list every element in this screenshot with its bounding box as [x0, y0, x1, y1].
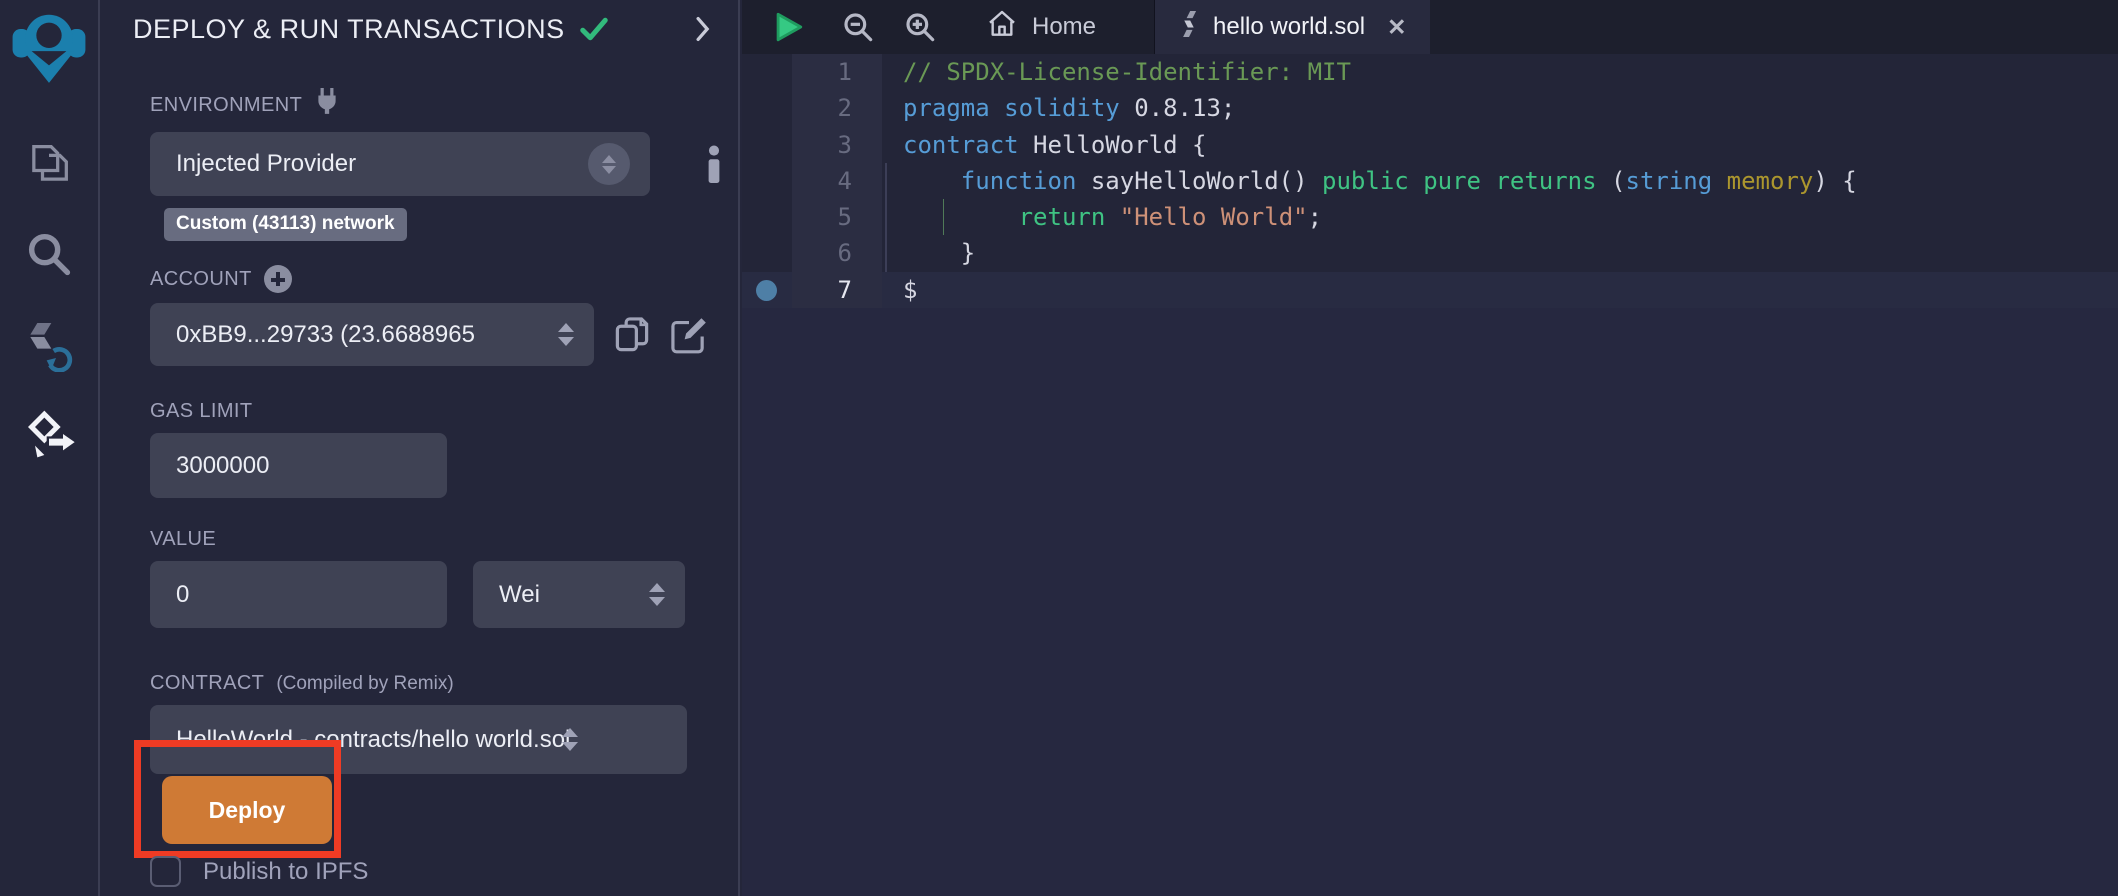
deploy-highlight-box: Deploy: [134, 740, 341, 858]
editor-region: Home hello world.sol ✕ 1// SPDX-License-…: [742, 0, 2118, 896]
indent-guide: [943, 199, 945, 235]
tab-hello-world-sol[interactable]: hello world.sol ✕: [1154, 0, 1430, 54]
gutter-glyph-margin[interactable]: [742, 127, 792, 163]
remix-logo-icon[interactable]: [7, 6, 91, 90]
line-number: 1: [792, 54, 882, 90]
code-line-content: // SPDX-License-Identifier: MIT: [882, 54, 2118, 90]
gas-limit-label: GAS LIMIT: [150, 400, 738, 423]
network-badge: Custom (43113) network: [164, 208, 407, 241]
gas-limit-input[interactable]: 3000000: [150, 433, 447, 498]
deploy-button[interactable]: Deploy: [162, 776, 332, 844]
zoom-out-icon[interactable]: [836, 11, 880, 43]
line-number: 3: [792, 127, 882, 163]
edit-icon[interactable]: [670, 316, 708, 354]
value-label: VALUE: [150, 528, 738, 551]
code-line-content: function sayHelloWorld() public pure ret…: [882, 163, 2118, 199]
indent-guide: [885, 199, 887, 235]
code-line-content: }: [882, 235, 2118, 271]
line-number: 2: [792, 90, 882, 126]
indent-guide: [885, 235, 887, 271]
contract-label: CONTRACT (Compiled by Remix): [150, 672, 738, 695]
code-line-content: contract HelloWorld {: [882, 127, 2118, 163]
home-icon: [986, 8, 1018, 47]
gutter-glyph-margin[interactable]: [742, 163, 792, 199]
line-number: 4: [792, 163, 882, 199]
deploy-and-run-icon[interactable]: [21, 406, 77, 462]
spinner-icon: [649, 583, 665, 606]
run-script-icon[interactable]: [766, 10, 810, 44]
search-icon[interactable]: [21, 226, 77, 282]
contract-sublabel: (Compiled by Remix): [276, 673, 453, 695]
value-unit-select[interactable]: Wei: [473, 561, 685, 628]
code-line[interactable]: 6 }: [742, 235, 2118, 271]
environment-select[interactable]: Injected Provider: [150, 132, 650, 196]
account-label: ACCOUNT: [150, 265, 738, 293]
code-line[interactable]: 1// SPDX-License-Identifier: MIT: [742, 54, 2118, 90]
code-line[interactable]: 4 function sayHelloWorld() public pure r…: [742, 163, 2118, 199]
panel-title: DEPLOY & RUN TRANSACTIONS: [133, 14, 565, 45]
code-line-content: pragma solidity 0.8.13;: [882, 90, 2118, 126]
code-line-content: $: [882, 272, 2118, 308]
gutter-glyph-margin[interactable]: [742, 272, 792, 308]
activity-bar: [0, 0, 100, 896]
editor-tabbar: Home hello world.sol ✕: [742, 0, 2118, 54]
environment-label: ENVIRONMENT: [150, 88, 738, 122]
panel-header: DEPLOY & RUN TRANSACTIONS: [102, 0, 738, 58]
code-line-content: return "Hello World";: [882, 199, 2118, 235]
spinner-icon: [558, 323, 574, 346]
gutter-glyph-margin[interactable]: [742, 235, 792, 271]
code-line[interactable]: 7$: [742, 272, 2118, 308]
spinner-icon: [562, 728, 578, 751]
account-select[interactable]: 0xBB9...29733 (23.6688965: [150, 303, 594, 366]
line-number: 6: [792, 235, 882, 271]
code-line[interactable]: 5 return "Hello World";: [742, 199, 2118, 235]
chevron-right-icon[interactable]: [692, 16, 712, 42]
indent-guide: [885, 163, 887, 199]
copy-icon[interactable]: [614, 316, 650, 354]
solidity-file-icon: [1179, 11, 1199, 44]
line-number: 5: [792, 199, 882, 235]
line-number: 7: [792, 272, 882, 308]
close-tab-icon[interactable]: ✕: [1387, 14, 1406, 41]
code-line[interactable]: 2pragma solidity 0.8.13;: [742, 90, 2118, 126]
gutter-glyph-margin[interactable]: [742, 54, 792, 90]
gutter-glyph-margin[interactable]: [742, 199, 792, 235]
solidity-compiler-icon[interactable]: [21, 316, 77, 372]
file-explorer-icon[interactable]: [21, 136, 77, 192]
zoom-in-icon[interactable]: [898, 11, 942, 43]
info-icon[interactable]: [706, 145, 722, 183]
remix-ide-window: DEPLOY & RUN TRANSACTIONS ENVIRONMENT: [0, 0, 2118, 896]
tab-home[interactable]: Home: [970, 0, 1112, 54]
publish-ipfs-label: Publish to IPFS: [203, 858, 368, 886]
deploy-run-panel: DEPLOY & RUN TRANSACTIONS ENVIRONMENT: [102, 0, 740, 896]
publish-ipfs-checkbox[interactable]: [150, 856, 181, 887]
code-lines: 1// SPDX-License-Identifier: MIT2pragma …: [742, 54, 2118, 308]
environment-toggle-icon: [588, 143, 630, 185]
check-icon: [579, 14, 609, 44]
add-account-icon[interactable]: [264, 265, 292, 293]
gutter-glyph-margin[interactable]: [742, 90, 792, 126]
value-input[interactable]: 0: [150, 561, 447, 628]
code-line[interactable]: 3contract HelloWorld {: [742, 127, 2118, 163]
plug-icon: [314, 88, 340, 122]
breakpoint-dot-icon: [756, 280, 777, 301]
code-editor[interactable]: 1// SPDX-License-Identifier: MIT2pragma …: [742, 54, 2118, 896]
